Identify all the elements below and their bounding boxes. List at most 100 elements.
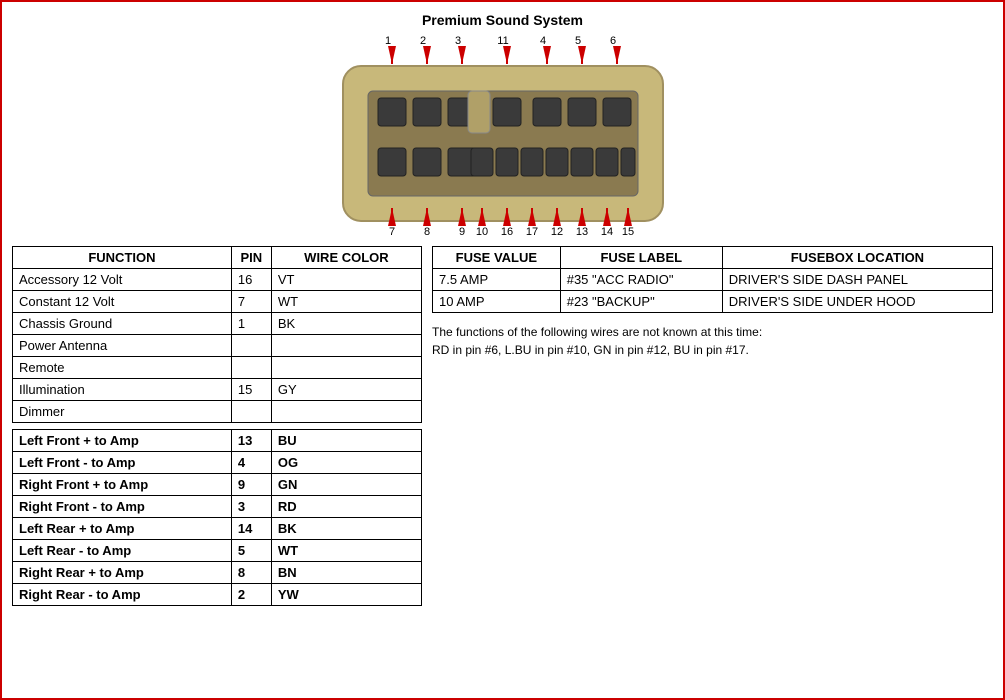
- table-row: Constant 12 Volt 7 WT: [13, 291, 422, 313]
- svg-text:11: 11: [497, 36, 508, 47]
- function-cell: Accessory 12 Volt: [13, 269, 232, 291]
- table-row: Accessory 12 Volt 16 VT: [13, 269, 422, 291]
- table-row: Dimmer: [13, 401, 422, 423]
- svg-text:1: 1: [384, 36, 390, 47]
- function-cell: Remote: [13, 357, 232, 379]
- pin-cell: 14: [231, 518, 271, 540]
- wire-color-cell: WT: [271, 291, 421, 313]
- wire-color-cell: GY: [271, 379, 421, 401]
- svg-text:12: 12: [550, 226, 562, 236]
- connector-diagram: 1 2 3 11 4 5 6 7 8 9 10 16 17 12 13 14 1…: [12, 36, 993, 236]
- table-row: Right Rear + to Amp 8 BN: [13, 562, 422, 584]
- function-cell: Left Rear - to Amp: [13, 540, 232, 562]
- content-row: FUNCTION PIN WIRE COLOR Accessory 12 Vol…: [12, 246, 993, 606]
- function-cell: Left Front + to Amp: [13, 430, 232, 452]
- table-row: Right Front - to Amp 3 RD: [13, 496, 422, 518]
- svg-text:13: 13: [575, 226, 587, 236]
- table-row: Remote: [13, 357, 422, 379]
- svg-text:9: 9: [458, 226, 464, 236]
- function-cell: Left Rear + to Amp: [13, 518, 232, 540]
- svg-text:5: 5: [574, 36, 580, 47]
- fuse-row: 7.5 AMP #35 "ACC RADIO" DRIVER'S SIDE DA…: [433, 269, 993, 291]
- page-container: Premium Sound System: [0, 0, 1005, 700]
- left-table-section: FUNCTION PIN WIRE COLOR Accessory 12 Vol…: [12, 246, 422, 606]
- function-cell: Power Antenna: [13, 335, 232, 357]
- wire-color-cell: [271, 357, 421, 379]
- wire-color-cell: OG: [271, 452, 421, 474]
- pin-cell: 1: [231, 313, 271, 335]
- pin-cell: 2: [231, 584, 271, 606]
- fuse-label-cell: #35 "ACC RADIO": [560, 269, 722, 291]
- function-header: FUNCTION: [13, 247, 232, 269]
- svg-text:3: 3: [454, 36, 460, 47]
- pin-cell: 3: [231, 496, 271, 518]
- pin-cell: 7: [231, 291, 271, 313]
- wire-color-cell: BK: [271, 313, 421, 335]
- wire-color-cell: BN: [271, 562, 421, 584]
- table-row: Illumination 15 GY: [13, 379, 422, 401]
- svg-text:14: 14: [600, 226, 612, 236]
- wire-color-cell: GN: [271, 474, 421, 496]
- wire-color-cell: YW: [271, 584, 421, 606]
- function-cell: Right Rear + to Amp: [13, 562, 232, 584]
- pin-cell: 13: [231, 430, 271, 452]
- pin-cell: 8: [231, 562, 271, 584]
- table-row: Right Rear - to Amp 2 YW: [13, 584, 422, 606]
- pin-cell: 5: [231, 540, 271, 562]
- wire-color-header: WIRE COLOR: [271, 247, 421, 269]
- svg-text:6: 6: [609, 36, 615, 47]
- pin-cell: [231, 335, 271, 357]
- table-row: Power Antenna: [13, 335, 422, 357]
- pin-cell: [231, 357, 271, 379]
- wire-color-cell: [271, 335, 421, 357]
- fusebox-location-cell: DRIVER'S SIDE UNDER HOOD: [722, 291, 992, 313]
- pin-header: PIN: [231, 247, 271, 269]
- note-text: The functions of the following wires are…: [432, 323, 993, 359]
- fuse-value-cell: 10 AMP: [433, 291, 561, 313]
- wire-color-cell: VT: [271, 269, 421, 291]
- svg-text:16: 16: [500, 226, 512, 236]
- table-row: Left Rear - to Amp 5 WT: [13, 540, 422, 562]
- pin-cell: 9: [231, 474, 271, 496]
- function-table: FUNCTION PIN WIRE COLOR Accessory 12 Vol…: [12, 246, 422, 606]
- fuse-row: 10 AMP #23 "BACKUP" DRIVER'S SIDE UNDER …: [433, 291, 993, 313]
- function-cell: Chassis Ground: [13, 313, 232, 335]
- wire-color-cell: RD: [271, 496, 421, 518]
- pin-cell: 15: [231, 379, 271, 401]
- function-cell: Dimmer: [13, 401, 232, 423]
- wire-color-cell: BK: [271, 518, 421, 540]
- function-cell: Right Front + to Amp: [13, 474, 232, 496]
- function-cell: Right Front - to Amp: [13, 496, 232, 518]
- right-section: FUSE VALUE FUSE LABEL FUSEBOX LOCATION 7…: [432, 246, 993, 606]
- pin-cell: 16: [231, 269, 271, 291]
- svg-text:15: 15: [621, 226, 633, 236]
- wire-color-cell: WT: [271, 540, 421, 562]
- connector-svg: 1 2 3 11 4 5 6 7 8 9 10 16 17 12 13 14 1…: [313, 36, 693, 236]
- svg-text:2: 2: [419, 36, 425, 47]
- fusebox-location-header: FUSEBOX LOCATION: [722, 247, 992, 269]
- fuse-label-header: FUSE LABEL: [560, 247, 722, 269]
- fuse-value-header: FUSE VALUE: [433, 247, 561, 269]
- fuse-value-cell: 7.5 AMP: [433, 269, 561, 291]
- pin-cell: [231, 401, 271, 423]
- svg-text:7: 7: [388, 226, 394, 236]
- table-row: Left Front - to Amp 4 OG: [13, 452, 422, 474]
- pin-cell: 4: [231, 452, 271, 474]
- function-cell: Illumination: [13, 379, 232, 401]
- table-row: Left Rear + to Amp 14 BK: [13, 518, 422, 540]
- table-row: Left Front + to Amp 13 BU: [13, 430, 422, 452]
- fusebox-location-cell: DRIVER'S SIDE DASH PANEL: [722, 269, 992, 291]
- table-row: Right Front + to Amp 9 GN: [13, 474, 422, 496]
- svg-text:17: 17: [525, 226, 537, 236]
- fuse-table: FUSE VALUE FUSE LABEL FUSEBOX LOCATION 7…: [432, 246, 993, 313]
- function-cell: Right Rear - to Amp: [13, 584, 232, 606]
- function-cell: Left Front - to Amp: [13, 452, 232, 474]
- page-title: Premium Sound System: [12, 12, 993, 28]
- wire-color-cell: BU: [271, 430, 421, 452]
- table-row: Chassis Ground 1 BK: [13, 313, 422, 335]
- svg-text:8: 8: [423, 226, 429, 236]
- fuse-label-cell: #23 "BACKUP": [560, 291, 722, 313]
- gap-row: [13, 423, 422, 430]
- svg-text:4: 4: [539, 36, 545, 47]
- svg-text:10: 10: [475, 226, 487, 236]
